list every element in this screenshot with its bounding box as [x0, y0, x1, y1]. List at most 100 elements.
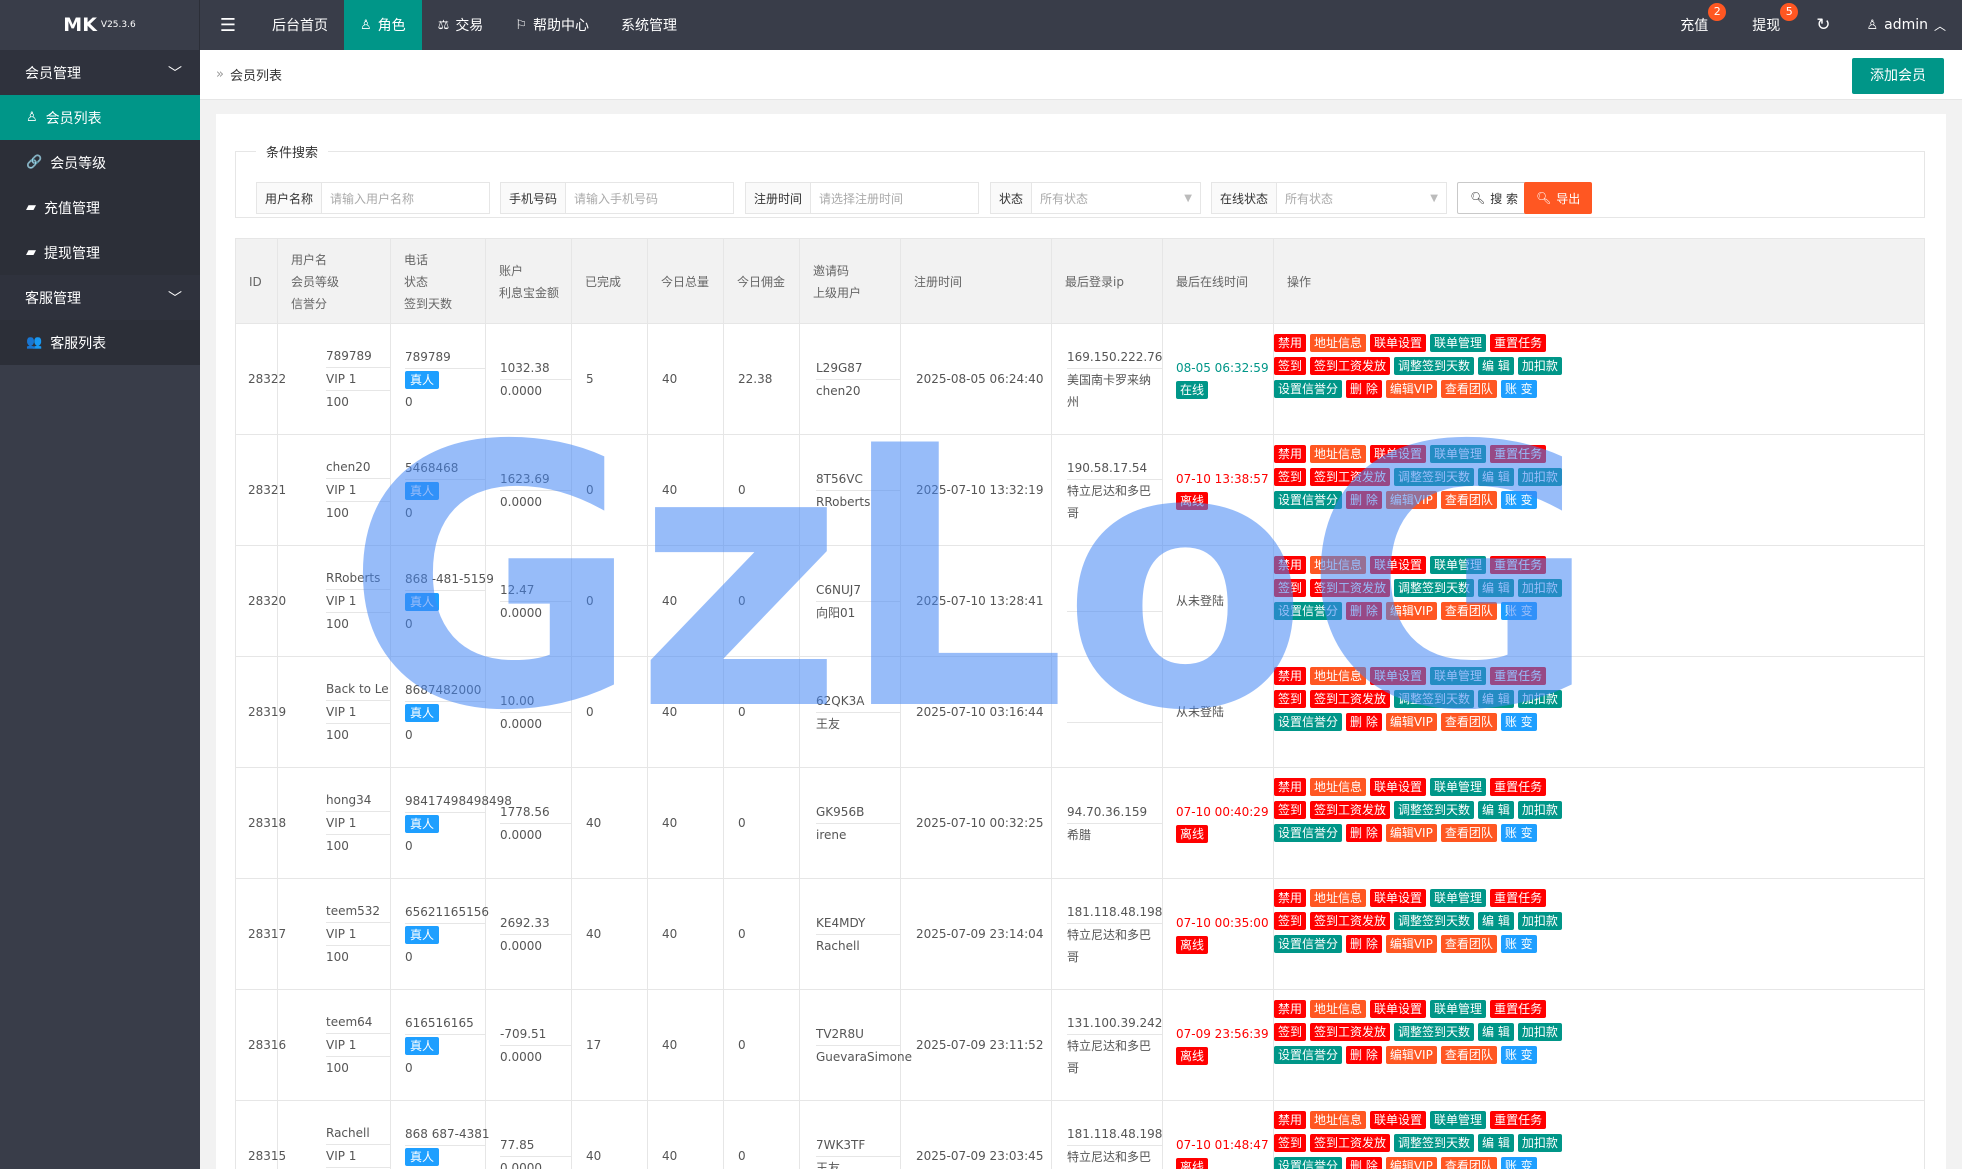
disable-button[interactable]: 禁用 [1274, 334, 1307, 352]
regtime-input[interactable]: 请选择注册时间 [811, 183, 978, 213]
sidebar-item-service-list[interactable]: 👥 客服列表 [0, 320, 200, 365]
delete-button[interactable]: 删 除 [1346, 491, 1382, 509]
order-manage-button[interactable]: 联单管理 [1430, 334, 1487, 352]
order-settings-button[interactable]: 联单设置 [1370, 778, 1427, 796]
ledger-button[interactable]: 账 变 [1500, 935, 1537, 953]
order-settings-button[interactable]: 联单设置 [1370, 556, 1427, 574]
nav-trade[interactable]: ⚖ 交易 [422, 0, 500, 50]
order-manage-button[interactable]: 联单管理 [1430, 889, 1487, 907]
order-manage-button[interactable]: 联单管理 [1430, 1000, 1487, 1018]
delete-button[interactable]: 删 除 [1346, 713, 1382, 731]
reset-task-button[interactable]: 重置任务 [1490, 889, 1547, 907]
checkin-button[interactable]: 签到 [1274, 801, 1307, 819]
set-credit-button[interactable]: 设置信誉分 [1274, 602, 1343, 620]
disable-button[interactable]: 禁用 [1274, 445, 1307, 463]
adjust-checkin-button[interactable]: 调整签到天数 [1394, 912, 1475, 930]
order-settings-button[interactable]: 联单设置 [1370, 445, 1427, 463]
checkin-button[interactable]: 签到 [1274, 468, 1307, 486]
view-team-button[interactable]: 查看团队 [1440, 1157, 1497, 1169]
reset-task-button[interactable]: 重置任务 [1490, 556, 1547, 574]
checkin-salary-button[interactable]: 签到工资发放 [1310, 912, 1391, 930]
address-button[interactable]: 地址信息 [1310, 778, 1367, 796]
nav-help[interactable]: ⚐ 帮助中心 [499, 0, 605, 50]
username-input[interactable]: 请输入用户名称 [322, 183, 489, 213]
address-button[interactable]: 地址信息 [1310, 889, 1367, 907]
search-button[interactable]: 🔍︎ 搜 索 [1457, 182, 1532, 214]
set-credit-button[interactable]: 设置信誉分 [1274, 713, 1343, 731]
refresh-icon[interactable]: ↻ [1802, 0, 1844, 50]
ledger-button[interactable]: 账 变 [1500, 380, 1537, 398]
checkin-salary-button[interactable]: 签到工资发放 [1310, 690, 1391, 708]
checkin-salary-button[interactable]: 签到工资发放 [1310, 1134, 1391, 1152]
edit-vip-button[interactable]: 编辑VIP [1385, 935, 1437, 953]
view-team-button[interactable]: 查看团队 [1440, 1046, 1497, 1064]
order-settings-button[interactable]: 联单设置 [1370, 889, 1427, 907]
set-credit-button[interactable]: 设置信誉分 [1274, 380, 1343, 398]
adjust-checkin-button[interactable]: 调整签到天数 [1394, 357, 1475, 375]
delete-button[interactable]: 删 除 [1346, 935, 1382, 953]
edit-button[interactable]: 编 辑 [1478, 468, 1514, 486]
delete-button[interactable]: 删 除 [1346, 1046, 1382, 1064]
disable-button[interactable]: 禁用 [1274, 667, 1307, 685]
withdraw-link[interactable]: 提现 5 [1730, 0, 1802, 50]
set-credit-button[interactable]: 设置信誉分 [1274, 824, 1343, 842]
disable-button[interactable]: 禁用 [1274, 1000, 1307, 1018]
set-credit-button[interactable]: 设置信誉分 [1274, 1046, 1343, 1064]
phone-input[interactable]: 请输入手机号码 [566, 183, 733, 213]
order-manage-button[interactable]: 联单管理 [1430, 778, 1487, 796]
order-manage-button[interactable]: 联单管理 [1430, 667, 1487, 685]
username-field[interactable]: 用户名称 请输入用户名称 [256, 182, 490, 214]
edit-vip-button[interactable]: 编辑VIP [1385, 380, 1437, 398]
nav-role[interactable]: ♙ 角色 [344, 0, 422, 50]
ledger-button[interactable]: 账 变 [1500, 1157, 1537, 1169]
sidebar-item-recharge[interactable]: ▰ 充值管理 [0, 185, 200, 230]
order-manage-button[interactable]: 联单管理 [1430, 445, 1487, 463]
ledger-button[interactable]: 账 变 [1500, 602, 1537, 620]
online-select[interactable]: 在线状态 所有状态 ▼ [1211, 182, 1447, 214]
reset-task-button[interactable]: 重置任务 [1490, 778, 1547, 796]
edit-button[interactable]: 编 辑 [1478, 1134, 1514, 1152]
adjust-balance-button[interactable]: 加扣款 [1517, 1134, 1562, 1152]
set-credit-button[interactable]: 设置信誉分 [1274, 1157, 1343, 1169]
edit-vip-button[interactable]: 编辑VIP [1385, 602, 1437, 620]
sidebar-item-member-list[interactable]: ♙ 会员列表 [0, 95, 200, 140]
checkin-salary-button[interactable]: 签到工资发放 [1310, 1023, 1391, 1041]
disable-button[interactable]: 禁用 [1274, 778, 1307, 796]
edit-vip-button[interactable]: 编辑VIP [1385, 491, 1437, 509]
ledger-button[interactable]: 账 变 [1500, 1046, 1537, 1064]
view-team-button[interactable]: 查看团队 [1440, 380, 1497, 398]
adjust-balance-button[interactable]: 加扣款 [1517, 1023, 1562, 1041]
order-settings-button[interactable]: 联单设置 [1370, 1000, 1427, 1018]
address-button[interactable]: 地址信息 [1310, 667, 1367, 685]
reset-task-button[interactable]: 重置任务 [1490, 667, 1547, 685]
adjust-balance-button[interactable]: 加扣款 [1517, 690, 1562, 708]
checkin-button[interactable]: 签到 [1274, 912, 1307, 930]
adjust-checkin-button[interactable]: 调整签到天数 [1394, 468, 1475, 486]
checkin-button[interactable]: 签到 [1274, 690, 1307, 708]
adjust-balance-button[interactable]: 加扣款 [1517, 357, 1562, 375]
status-value[interactable]: 所有状态 ▼ [1032, 183, 1200, 213]
edit-vip-button[interactable]: 编辑VIP [1385, 1046, 1437, 1064]
view-team-button[interactable]: 查看团队 [1440, 602, 1497, 620]
reset-task-button[interactable]: 重置任务 [1490, 334, 1547, 352]
address-button[interactable]: 地址信息 [1310, 556, 1367, 574]
order-manage-button[interactable]: 联单管理 [1430, 556, 1487, 574]
edit-vip-button[interactable]: 编辑VIP [1385, 824, 1437, 842]
recharge-link[interactable]: 充值 2 [1658, 0, 1730, 50]
edit-button[interactable]: 编 辑 [1478, 1023, 1514, 1041]
adjust-balance-button[interactable]: 加扣款 [1517, 801, 1562, 819]
edit-button[interactable]: 编 辑 [1478, 690, 1514, 708]
nav-system[interactable]: 系统管理 [605, 0, 693, 50]
set-credit-button[interactable]: 设置信誉分 [1274, 935, 1343, 953]
sidebar-group-members[interactable]: 会员管理 ﹀ [0, 50, 200, 95]
adjust-checkin-button[interactable]: 调整签到天数 [1394, 690, 1475, 708]
address-button[interactable]: 地址信息 [1310, 445, 1367, 463]
adjust-checkin-button[interactable]: 调整签到天数 [1394, 1023, 1475, 1041]
reset-task-button[interactable]: 重置任务 [1490, 1111, 1547, 1129]
disable-button[interactable]: 禁用 [1274, 1111, 1307, 1129]
adjust-balance-button[interactable]: 加扣款 [1517, 912, 1562, 930]
phone-field[interactable]: 手机号码 请输入手机号码 [500, 182, 734, 214]
menu-toggle-icon[interactable]: ☰ [200, 0, 256, 50]
edit-button[interactable]: 编 辑 [1478, 912, 1514, 930]
disable-button[interactable]: 禁用 [1274, 556, 1307, 574]
